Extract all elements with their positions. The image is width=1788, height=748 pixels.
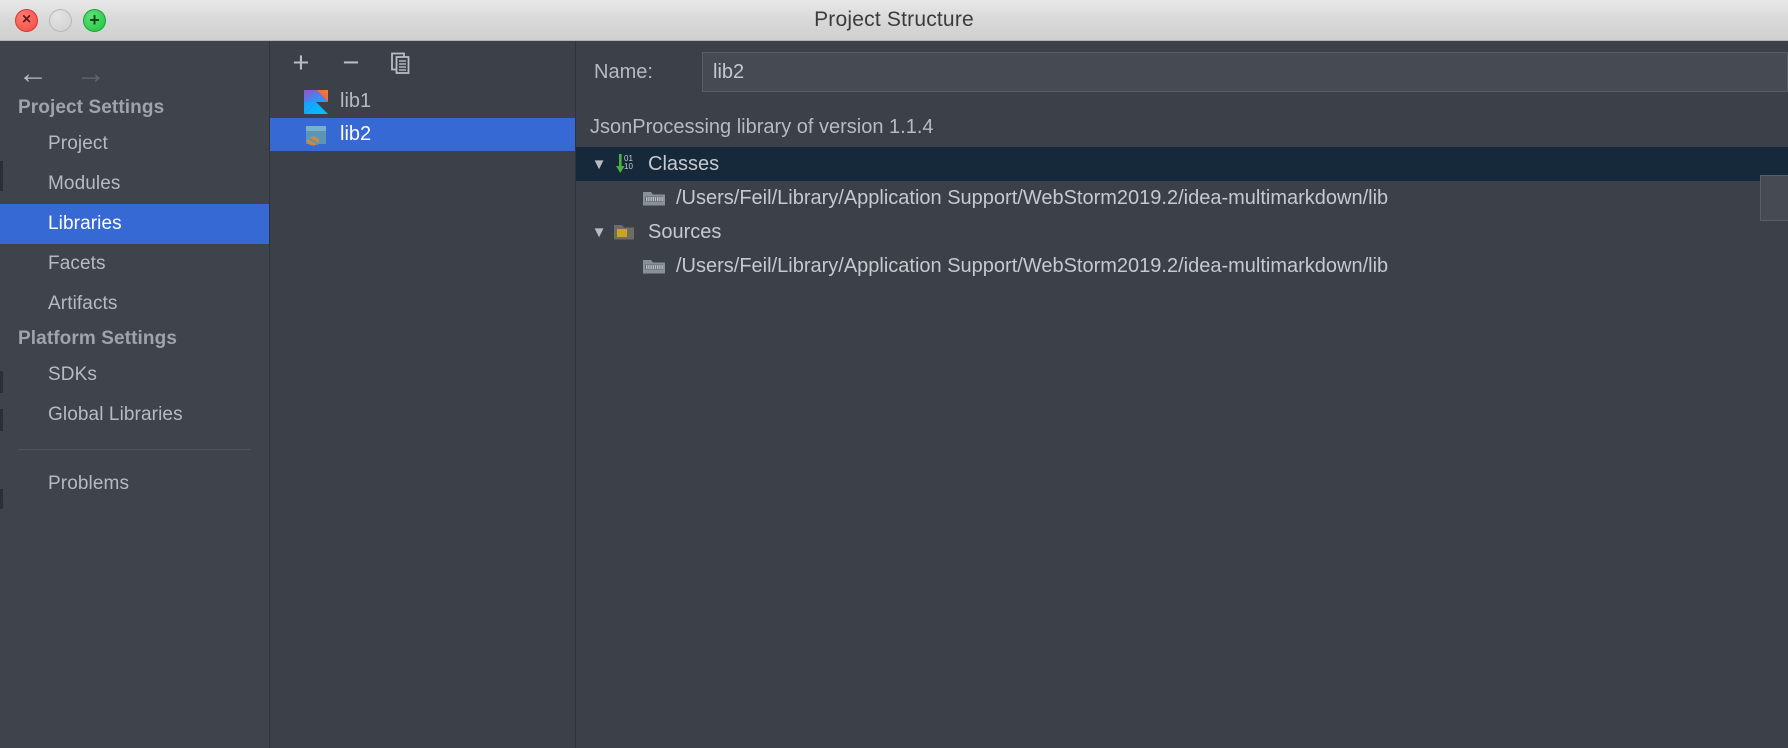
tree-row-label: Sources: [648, 221, 721, 244]
jar-archive-icon: [642, 254, 668, 278]
library-list-toolbar: + −: [270, 41, 575, 85]
back-arrow-icon[interactable]: ←: [18, 59, 48, 89]
sources-folder-icon: [612, 220, 638, 244]
library-name-input[interactable]: [702, 52, 1788, 92]
title-bar: × + Project Structure: [0, 0, 1788, 41]
tree-row-label: Classes: [648, 153, 719, 176]
copy-library-button[interactable]: [386, 48, 416, 78]
library-list-item-lib2[interactable]: lib2: [270, 118, 575, 151]
sidebar-item-artifacts[interactable]: Artifacts: [0, 284, 269, 324]
tree-row-sources[interactable]: ▼ Sources: [576, 215, 1788, 249]
library-roots-tree: ▼ 01 10 Classes: [576, 147, 1788, 283]
copy-icon: [389, 51, 413, 75]
library-name-row: Name:: [576, 41, 1788, 85]
project-structure-window: × + Project Structure ← → Project: [0, 0, 1788, 748]
edge-mark: [0, 409, 3, 431]
kotlin-icon: [304, 90, 328, 114]
sidebar-group-platform-settings: Platform Settings: [0, 324, 269, 355]
sidebar-item-sdks[interactable]: SDKs: [0, 355, 269, 395]
tree-row-label: /Users/Feil/Library/Application Support/…: [676, 255, 1388, 278]
settings-sidebar: ← → Project Settings Project Modules Lib…: [0, 41, 270, 748]
compiled-classes-icon: 01 10: [612, 152, 638, 176]
sidebar-item-modules[interactable]: Modules: [0, 164, 269, 204]
library-detail-panel: Name: JsonProcessing library of version …: [576, 41, 1788, 748]
library-name-label: lib2: [340, 123, 371, 146]
edge-mark: [0, 161, 3, 191]
tree-row-classes[interactable]: ▼ 01 10 Classes: [576, 147, 1788, 181]
remove-library-button[interactable]: −: [336, 48, 366, 78]
sidebar-divider: [18, 449, 251, 450]
java-library-icon: [304, 123, 328, 147]
sidebar-item-global-libraries[interactable]: Global Libraries: [0, 395, 269, 435]
tree-row-classes-path[interactable]: /Users/Feil/Library/Application Support/…: [576, 181, 1788, 215]
sidebar-item-project[interactable]: Project: [0, 124, 269, 164]
window-body: ← → Project Settings Project Modules Lib…: [0, 41, 1788, 748]
svg-text:10: 10: [624, 162, 633, 171]
library-list-panel: + −: [270, 41, 576, 748]
sidebar-group-project-settings: Project Settings: [0, 93, 269, 124]
plus-icon: +: [293, 49, 310, 78]
jar-archive-icon: [642, 186, 668, 210]
library-name-label: lib1: [340, 90, 371, 113]
tree-row-sources-path[interactable]: /Users/Feil/Library/Application Support/…: [576, 249, 1788, 283]
chevron-down-icon[interactable]: ▼: [586, 156, 612, 173]
sidebar-edge-marks: [0, 41, 3, 748]
sidebar-item-libraries[interactable]: Libraries: [0, 204, 269, 244]
sidebar-item-facets[interactable]: Facets: [0, 244, 269, 284]
edge-mark: [0, 489, 3, 509]
library-description: JsonProcessing library of version 1.1.4: [576, 85, 1788, 141]
minus-icon: −: [343, 49, 360, 78]
name-field-label: Name:: [594, 61, 702, 84]
detail-right-edge-control[interactable]: [1760, 175, 1788, 221]
navigation-arrows: ← →: [0, 41, 269, 93]
sidebar-item-problems[interactable]: Problems: [0, 464, 269, 504]
window-title: Project Structure: [0, 8, 1788, 32]
tree-row-label: /Users/Feil/Library/Application Support/…: [676, 187, 1388, 210]
library-list-item-lib1[interactable]: lib1: [270, 85, 575, 118]
add-library-button[interactable]: +: [286, 48, 316, 78]
chevron-down-icon[interactable]: ▼: [586, 224, 612, 241]
forward-arrow-icon[interactable]: →: [76, 59, 106, 89]
edge-mark: [0, 371, 3, 393]
